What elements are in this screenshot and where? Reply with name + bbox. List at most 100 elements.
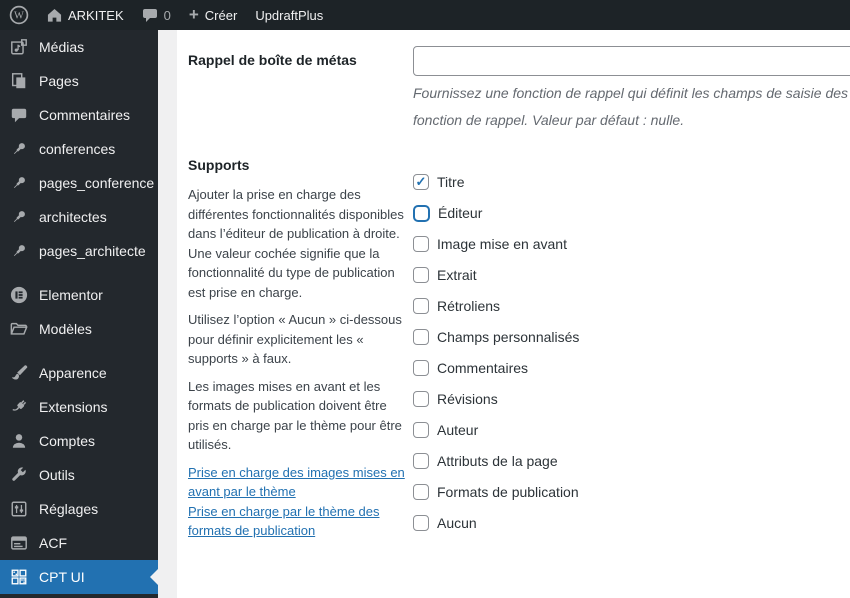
metabox-callback-description-line1: Fournissez une fonction de rappel qui dé… bbox=[413, 85, 850, 101]
checkbox-extrait[interactable] bbox=[413, 267, 429, 283]
sidebar-item-label: conferences bbox=[39, 141, 116, 157]
sidebar-item-acf[interactable]: ACF bbox=[0, 526, 158, 560]
checkbox-image-mise-en-avant[interactable] bbox=[413, 236, 429, 252]
checkbox-auteur[interactable] bbox=[413, 422, 429, 438]
support-option-commentaires[interactable]: Commentaires bbox=[413, 359, 579, 377]
appearance-brush-icon bbox=[9, 363, 29, 383]
menu-separator bbox=[0, 346, 158, 356]
templates-folder-icon bbox=[9, 319, 29, 339]
sidebar-item-label: architectes bbox=[39, 209, 107, 225]
sidebar-item-conferences[interactable]: conferences bbox=[0, 132, 158, 166]
support-option-retroliens[interactable]: Rétroliens bbox=[413, 297, 579, 315]
settings-sliders-icon bbox=[9, 499, 29, 519]
sidebar-item-label: Apparence bbox=[39, 365, 107, 381]
support-option-titre[interactable]: Titre bbox=[413, 173, 579, 191]
sidebar-item-apparence[interactable]: Apparence bbox=[0, 356, 158, 390]
support-option-aucun[interactable]: Aucun bbox=[413, 514, 579, 532]
sidebar-item-label: Réglages bbox=[39, 501, 99, 517]
supports-help-paragraph: Les images mises en avant et les formats… bbox=[188, 378, 402, 453]
pushpin-icon bbox=[9, 241, 29, 261]
support-option-champs-personnalises[interactable]: Champs personnalisés bbox=[413, 328, 579, 346]
sidebar-item-pages-architecte[interactable]: pages_architecte bbox=[0, 234, 158, 268]
checkbox-aucun[interactable] bbox=[413, 515, 429, 531]
option-label: Formats de publication bbox=[437, 484, 579, 500]
metabox-callback-description-line2: fonction de rappel. Valeur par défaut : … bbox=[413, 112, 685, 128]
support-option-extrait[interactable]: Extrait bbox=[413, 266, 579, 284]
home-icon bbox=[47, 8, 62, 23]
supports-help-text: Ajouter la prise en charge des différent… bbox=[188, 185, 406, 541]
sidebar-item-commentaires[interactable]: Commentaires bbox=[0, 98, 158, 132]
supports-checkbox-list: Titre Éditeur Image mise en avant Extrai… bbox=[413, 173, 579, 545]
updraftplus-menu[interactable]: UpdraftPlus bbox=[246, 0, 332, 30]
svg-text:W: W bbox=[14, 11, 24, 22]
checkbox-champs-personnalises[interactable] bbox=[413, 329, 429, 345]
support-option-formats-de-publication[interactable]: Formats de publication bbox=[413, 483, 579, 501]
comments-menu[interactable]: 0 bbox=[133, 0, 180, 30]
sidebar-item-comptes[interactable]: Comptes bbox=[0, 424, 158, 458]
option-label: Attributs de la page bbox=[437, 453, 558, 469]
supports-heading: Supports bbox=[188, 157, 250, 173]
option-label: Aucun bbox=[437, 515, 477, 531]
admin-bar: W ARKITEK 0 + Créer UpdraftPlus bbox=[0, 0, 850, 30]
sidebar-item-label: Extensions bbox=[39, 399, 108, 415]
sidebar-item-label: ACF bbox=[39, 535, 67, 551]
sidebar-item-label: Modèles bbox=[39, 321, 92, 337]
sidebar-item-medias[interactable]: Médias bbox=[0, 30, 158, 64]
option-label: Éditeur bbox=[438, 205, 483, 221]
sidebar-item-label: Outils bbox=[39, 467, 75, 483]
sidebar-item-label: Pages bbox=[39, 73, 79, 89]
sidebar-item-label: pages_architecte bbox=[39, 243, 146, 259]
sidebar-item-modeles[interactable]: Modèles bbox=[0, 312, 158, 346]
support-option-attributs-de-la-page[interactable]: Attributs de la page bbox=[413, 452, 579, 470]
media-icon bbox=[9, 37, 29, 57]
checkbox-editeur[interactable] bbox=[413, 204, 430, 222]
supports-help-paragraph: Utilisez l’option « Aucun » ci-dessous p… bbox=[188, 312, 402, 366]
users-icon bbox=[9, 431, 29, 451]
option-label: Commentaires bbox=[437, 360, 529, 376]
wordpress-logo-menu[interactable]: W bbox=[0, 0, 38, 30]
sidebar-item-cpt-ui[interactable]: CPT UI bbox=[0, 560, 158, 594]
checkbox-attributs-de-la-page[interactable] bbox=[413, 453, 429, 469]
checkbox-revisions[interactable] bbox=[413, 391, 429, 407]
sidebar-item-label: Comptes bbox=[39, 433, 96, 449]
comments-count: 0 bbox=[163, 7, 171, 23]
checkbox-titre[interactable] bbox=[413, 174, 429, 190]
sidebar-item-outils[interactable]: Outils bbox=[0, 458, 158, 492]
pushpin-icon bbox=[9, 139, 29, 159]
sidebar-item-extensions[interactable]: Extensions bbox=[0, 390, 158, 424]
support-option-revisions[interactable]: Révisions bbox=[413, 390, 579, 408]
pushpin-icon bbox=[9, 173, 29, 193]
sidebar-content-gutter bbox=[158, 30, 177, 598]
support-option-auteur[interactable]: Auteur bbox=[413, 421, 579, 439]
sidebar-item-pages-conference[interactable]: pages_conference bbox=[0, 166, 158, 200]
tools-wrench-icon bbox=[9, 465, 29, 485]
new-content-label: Créer bbox=[204, 7, 238, 23]
checkbox-commentaires[interactable] bbox=[413, 360, 429, 376]
sidebar-item-label: CPT UI bbox=[39, 569, 85, 585]
sidebar-item-elementor[interactable]: Elementor bbox=[0, 278, 158, 312]
metabox-callback-input[interactable] bbox=[413, 46, 850, 76]
sidebar-item-reglages[interactable]: Réglages bbox=[0, 492, 158, 526]
sidebar-item-pages[interactable]: Pages bbox=[0, 64, 158, 98]
settings-panel: Rappel de boîte de métas Fournissez une … bbox=[177, 30, 850, 598]
site-name-menu[interactable]: ARKITEK bbox=[38, 0, 133, 30]
sidebar-item-architectes[interactable]: architectes bbox=[0, 200, 158, 234]
checkbox-retroliens[interactable] bbox=[413, 298, 429, 314]
new-content-menu[interactable]: + Créer bbox=[180, 0, 246, 30]
support-option-image-mise-en-avant[interactable]: Image mise en avant bbox=[413, 235, 579, 253]
post-formats-support-link[interactable]: Prise en charge par le thème des formats… bbox=[188, 502, 406, 541]
admin-sidebar-menu: Médias Pages Commentaires conferences pa… bbox=[0, 30, 158, 598]
elementor-icon bbox=[9, 285, 29, 305]
option-label: Révisions bbox=[437, 391, 498, 407]
support-option-editeur[interactable]: Éditeur bbox=[413, 204, 579, 222]
acf-icon bbox=[9, 533, 29, 553]
plugins-icon bbox=[9, 397, 29, 417]
updraftplus-label: UpdraftPlus bbox=[255, 7, 324, 23]
checkbox-formats-de-publication[interactable] bbox=[413, 484, 429, 500]
option-label: Rétroliens bbox=[437, 298, 501, 314]
sidebar-item-label: Commentaires bbox=[39, 107, 131, 123]
featured-image-support-link[interactable]: Prise en charge des images mises en avan… bbox=[188, 463, 406, 502]
sidebar-item-label: pages_conference bbox=[39, 175, 155, 191]
cptui-grid-icon bbox=[9, 567, 29, 587]
option-label: Image mise en avant bbox=[437, 236, 567, 252]
